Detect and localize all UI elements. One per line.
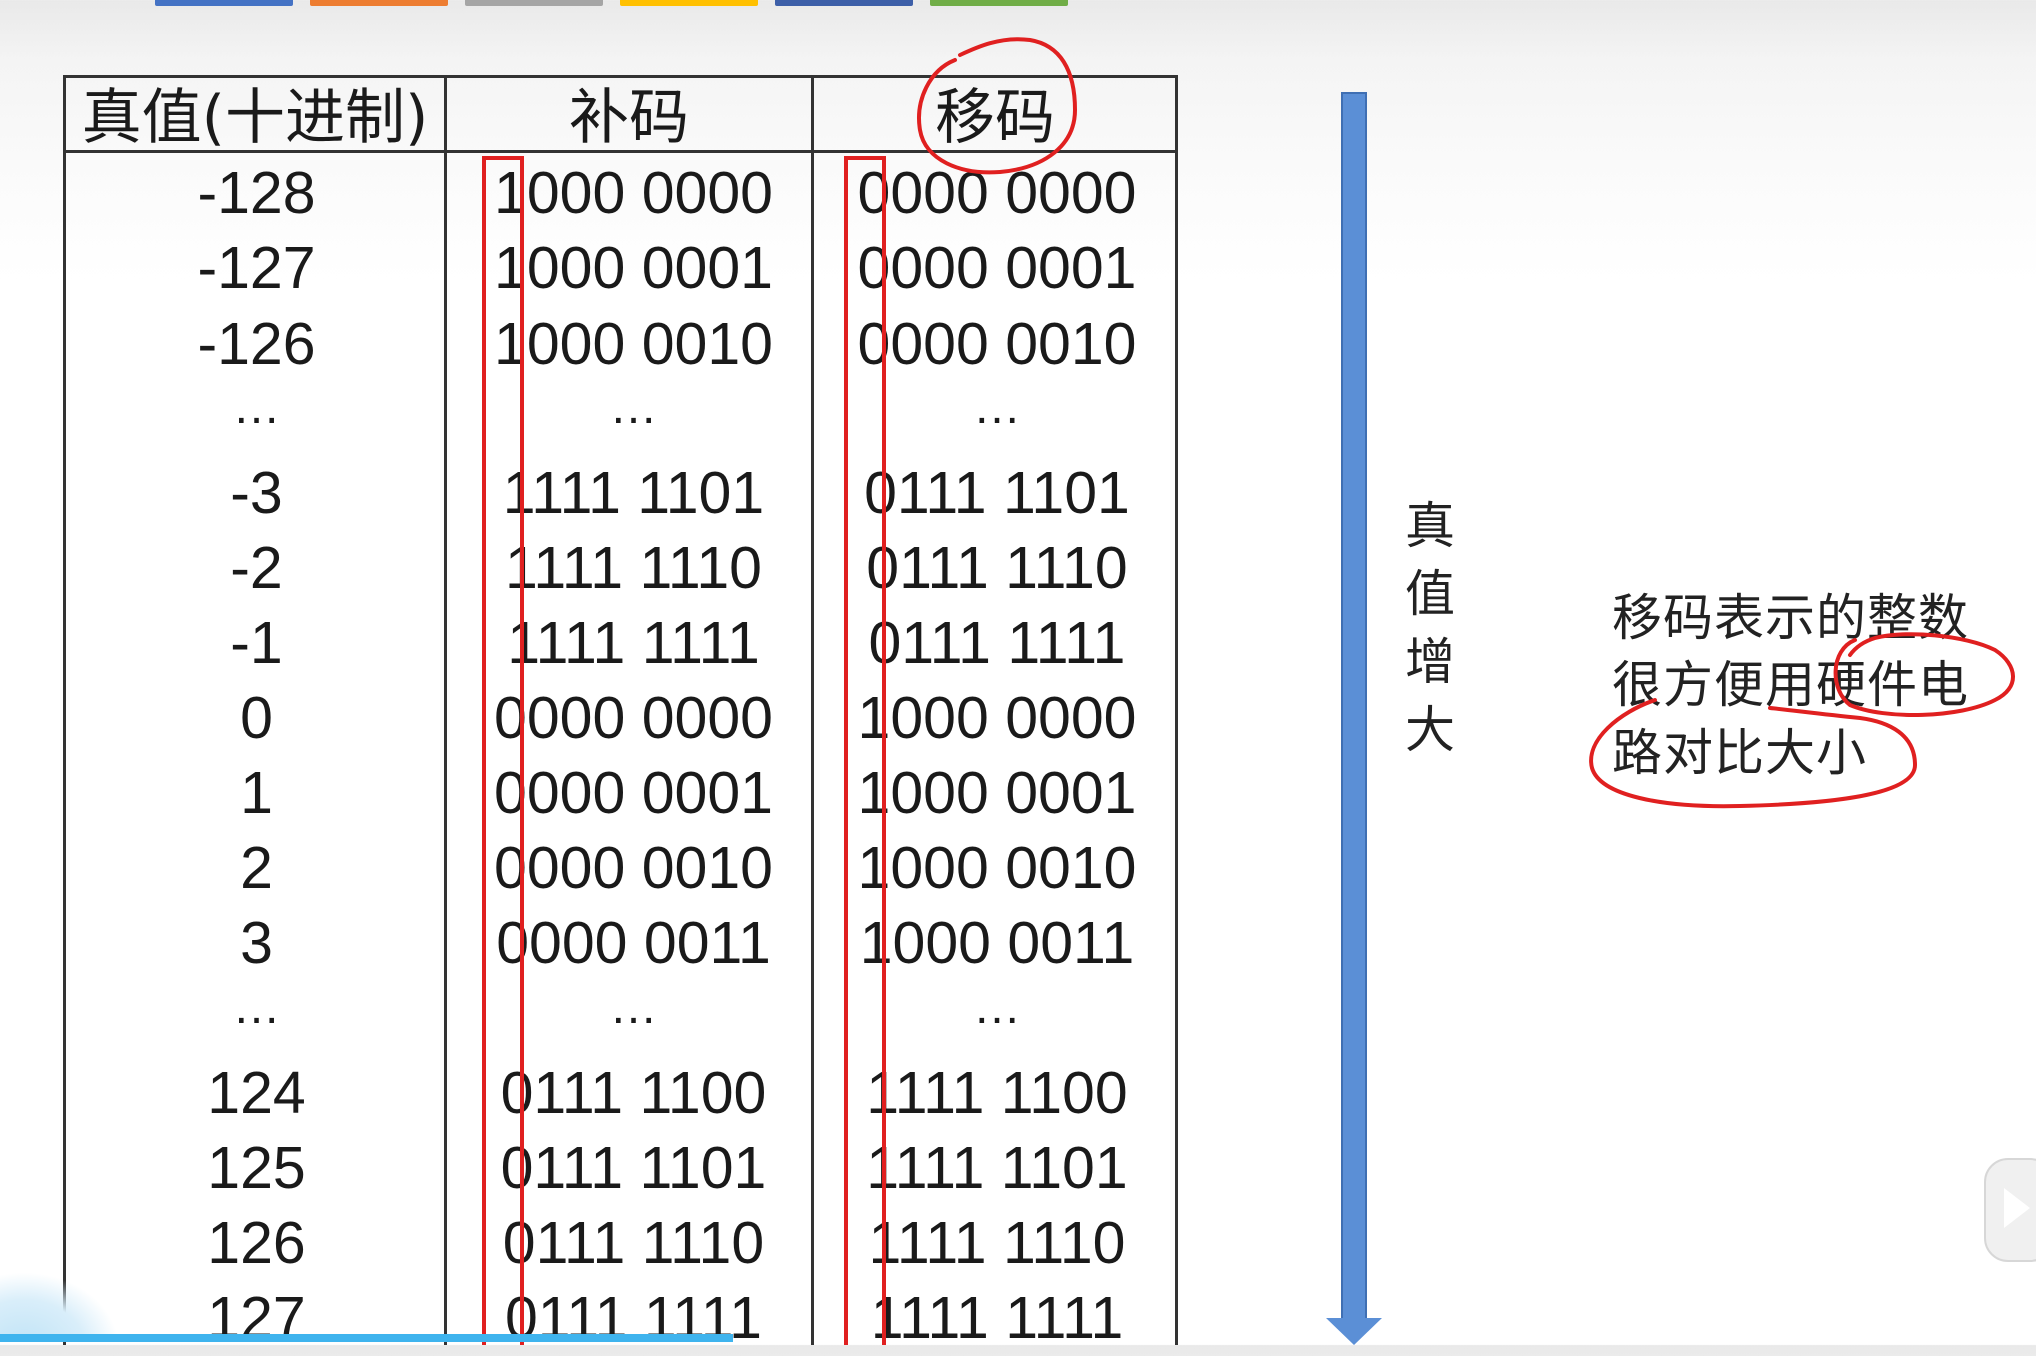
side-play-button[interactable] xyxy=(1984,1158,2036,1262)
decimal-cell: -2 xyxy=(230,535,283,601)
decimal-cell: 124 xyxy=(207,1060,306,1126)
decimal-cell: -128 xyxy=(197,160,316,226)
play-icon xyxy=(2004,1188,2030,1228)
note-line-2: 很方便用硬件电 xyxy=(1612,656,1969,714)
table-row: 0 0000 0000 1000 0000 xyxy=(66,680,1176,756)
arrow-label-char: 大 xyxy=(1405,701,1455,759)
color-swatch[interactable] xyxy=(465,0,603,6)
playback-progress-track[interactable] xyxy=(733,1334,2036,1342)
color-swatch[interactable] xyxy=(620,0,758,6)
note-line-3: 路对比大小 xyxy=(1612,724,1867,782)
table-row: 1 0000 0001 1000 0001 xyxy=(66,755,1176,831)
decimal-cell: … xyxy=(232,981,281,1034)
color-swatch[interactable] xyxy=(775,0,913,6)
twos-complement-sign-bit-box xyxy=(482,156,524,1345)
playback-progress-bar[interactable] xyxy=(0,1334,733,1342)
table-row: ……… xyxy=(66,983,1176,1059)
header-twos-complement: 补码 xyxy=(569,83,689,153)
table-row: ……… xyxy=(66,383,1176,459)
arrow-label-char: 增 xyxy=(1405,633,1455,691)
corner-decoration xyxy=(0,1272,120,1342)
table-row: -126 1000 0010 0000 0010 xyxy=(66,306,1176,382)
color-swatch[interactable] xyxy=(930,0,1068,6)
decimal-cell: 125 xyxy=(207,1135,306,1201)
table-row: -3 1111 1101 0111 1101 xyxy=(66,455,1176,531)
decimal-cell: 0 xyxy=(240,685,273,751)
table-row: -1 1111 1111 0111 1111 xyxy=(66,605,1176,681)
arrow-label: 真 值 增 大 xyxy=(1400,492,1460,764)
table-row: 124 0111 1100 1111 1100 xyxy=(66,1055,1176,1131)
color-swatch[interactable] xyxy=(155,0,293,6)
table-row: -2 1111 1110 0111 1110 xyxy=(66,530,1176,606)
table-row: -128 1000 0000 0000 0000 xyxy=(66,155,1176,231)
decimal-cell: 2 xyxy=(240,835,273,901)
header-decimal-value: 真值(十进制) xyxy=(81,83,429,153)
note-line-1: 移码表示的整数 xyxy=(1612,589,1969,647)
decimal-cell: -127 xyxy=(197,235,316,301)
value-increase-arrow xyxy=(1341,92,1367,1324)
decimal-cell: -1 xyxy=(230,610,283,676)
table-row: 2 0000 0010 1000 0010 xyxy=(66,830,1176,906)
decimal-cell: -3 xyxy=(230,460,283,526)
decimal-cell: … xyxy=(232,381,281,434)
arrow-label-char: 值 xyxy=(1405,565,1455,623)
color-swatch[interactable] xyxy=(310,0,448,6)
decimal-cell: 126 xyxy=(207,1210,306,1276)
table-row: 3 0000 0011 1000 0011 xyxy=(66,905,1176,981)
decimal-cell: 1 xyxy=(240,760,273,826)
arrow-label-char: 真 xyxy=(1405,497,1455,555)
decimal-cell: -126 xyxy=(197,311,316,377)
header-biased-code: 移码 xyxy=(935,83,1055,153)
biased-code-sign-bit-box xyxy=(844,156,886,1345)
decimal-cell: 3 xyxy=(240,910,273,976)
table-row: 125 0111 1101 1111 1101 xyxy=(66,1130,1176,1206)
table-row: -127 1000 0001 0000 0001 xyxy=(66,230,1176,306)
table-row: 126 0111 1110 1111 1110 xyxy=(66,1205,1176,1281)
